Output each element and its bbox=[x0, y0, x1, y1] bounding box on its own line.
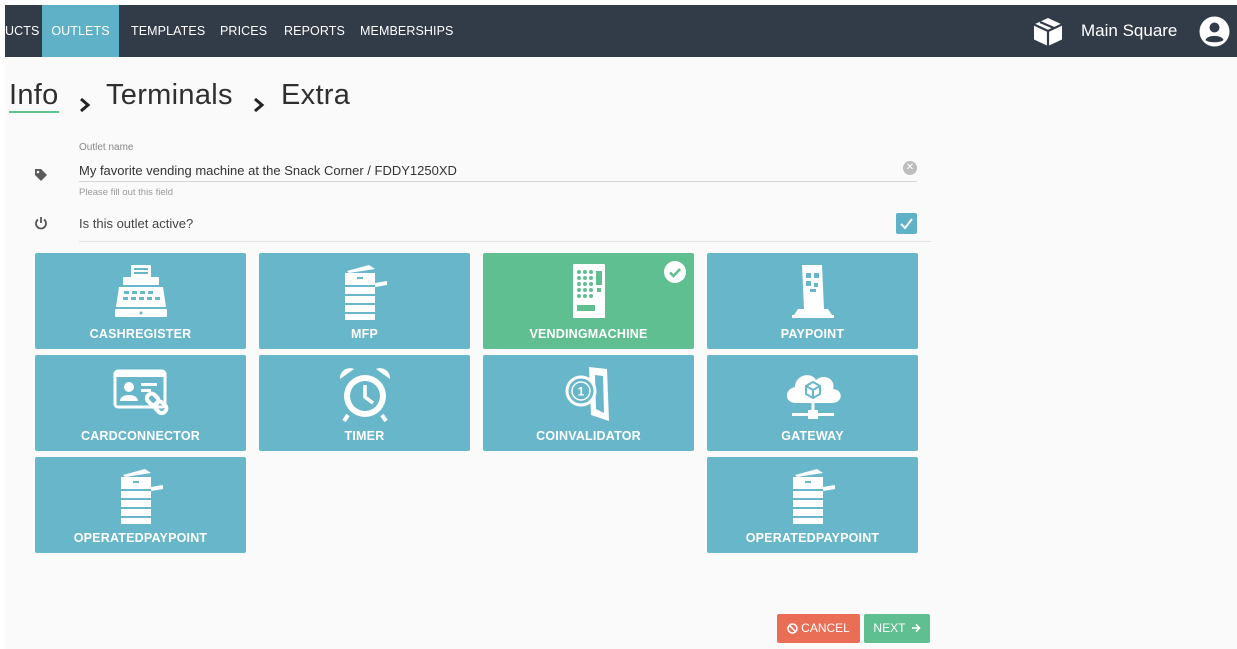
card-connector-icon bbox=[35, 365, 246, 423]
printer-icon bbox=[35, 467, 246, 525]
tile-operatedpaypoint[interactable]: OPERATEDPAYPOINT bbox=[35, 457, 246, 553]
svg-text:1: 1 bbox=[577, 385, 584, 399]
tile-label: TIMER bbox=[344, 429, 385, 443]
cancel-button[interactable]: CANCEL bbox=[777, 614, 860, 643]
cash-register-icon bbox=[35, 263, 246, 321]
tile-operatedpaypoint[interactable]: OPERATEDPAYPOINT bbox=[707, 457, 918, 553]
outlet-name-input[interactable] bbox=[79, 160, 917, 182]
tile-label: CASHREGISTER bbox=[89, 327, 192, 341]
nav-item-label: MEMBERSHIPS bbox=[360, 24, 454, 38]
tile-label: OPERATEDPAYPOINT bbox=[745, 531, 880, 545]
tile-timer[interactable]: TIMER bbox=[259, 355, 470, 451]
breadcrumb-step-info[interactable]: Info bbox=[9, 79, 59, 113]
tile-coinvalidator[interactable]: 1 COINVALIDATOR bbox=[483, 355, 694, 451]
check-circle-icon bbox=[664, 261, 686, 283]
paypoint-icon bbox=[707, 263, 918, 321]
next-button[interactable]: NEXT bbox=[864, 614, 930, 643]
divider bbox=[79, 241, 931, 242]
active-label: Is this outlet active? bbox=[79, 216, 194, 231]
cancel-icon bbox=[787, 616, 798, 645]
active-checkbox[interactable] bbox=[896, 213, 917, 234]
printer-icon bbox=[259, 263, 470, 321]
vending-machine-icon bbox=[483, 263, 694, 321]
tile-label: PAYPOINT bbox=[780, 327, 845, 341]
tile-vendingmachine[interactable]: VENDINGMACHINE bbox=[483, 253, 694, 349]
cancel-label: CANCEL bbox=[801, 621, 850, 635]
tile-label: CARDCONNECTOR bbox=[80, 429, 201, 443]
tile-label: COINVALIDATOR bbox=[536, 429, 641, 443]
cloud-gateway-icon bbox=[707, 365, 918, 423]
tile-mfp[interactable]: MFP bbox=[259, 253, 470, 349]
printer-icon bbox=[707, 467, 918, 525]
arrow-right-icon bbox=[911, 615, 921, 644]
outlet-name-label: Outlet name bbox=[79, 142, 134, 153]
nav-item-memberships[interactable]: MEMBERSHIPS bbox=[360, 5, 454, 57]
breadcrumb-step-extra[interactable]: Extra bbox=[281, 79, 350, 112]
user-circle-icon[interactable] bbox=[1199, 16, 1230, 47]
box-icon[interactable] bbox=[1032, 17, 1064, 47]
tile-label: VENDINGMACHINE bbox=[529, 327, 648, 341]
nav-item-outlets[interactable]: OUTLETS bbox=[42, 5, 119, 57]
coin-validator-icon: 1 bbox=[483, 365, 694, 423]
tile-paypoint[interactable]: PAYPOINT bbox=[707, 253, 918, 349]
nav-item-products[interactable]: UCTS bbox=[5, 5, 41, 57]
nav-item-label: REPORTS bbox=[284, 24, 345, 38]
tile-label: OPERATEDPAYPOINT bbox=[73, 531, 208, 545]
nav-item-label: PRICES bbox=[220, 24, 268, 38]
nav-item-label: UCTS bbox=[5, 24, 40, 38]
app-frame: UCTS OUTLETS TEMPLATES PRICES REPORTS ME… bbox=[5, 5, 1237, 649]
tile-cardconnector[interactable]: CARDCONNECTOR bbox=[35, 355, 246, 451]
tile-label: GATEWAY bbox=[781, 429, 844, 443]
top-nav: UCTS OUTLETS TEMPLATES PRICES REPORTS ME… bbox=[5, 5, 1237, 57]
clear-icon[interactable]: ✕ bbox=[903, 161, 917, 175]
outlet-name-hint: Please fill out this field bbox=[79, 187, 173, 198]
nav-item-label: TEMPLATES bbox=[131, 24, 206, 38]
tag-icon bbox=[34, 168, 48, 187]
nav-item-prices[interactable]: PRICES bbox=[220, 5, 268, 57]
nav-item-templates[interactable]: TEMPLATES bbox=[131, 5, 205, 57]
tile-cashregister[interactable]: CASHREGISTER bbox=[35, 253, 246, 349]
power-icon bbox=[34, 216, 48, 235]
chevron-right-icon bbox=[79, 88, 93, 113]
tile-label: MFP bbox=[351, 327, 378, 341]
nav-item-label: OUTLETS bbox=[51, 24, 110, 38]
nav-item-reports[interactable]: REPORTS bbox=[284, 5, 345, 57]
brand-name[interactable]: Main Square bbox=[1081, 5, 1177, 57]
breadcrumb-step-terminals[interactable]: Terminals bbox=[106, 79, 233, 112]
alarm-clock-icon bbox=[259, 365, 470, 423]
tile-gateway[interactable]: GATEWAY bbox=[707, 355, 918, 451]
chevron-right-icon bbox=[253, 88, 267, 113]
next-label: NEXT bbox=[873, 621, 906, 635]
